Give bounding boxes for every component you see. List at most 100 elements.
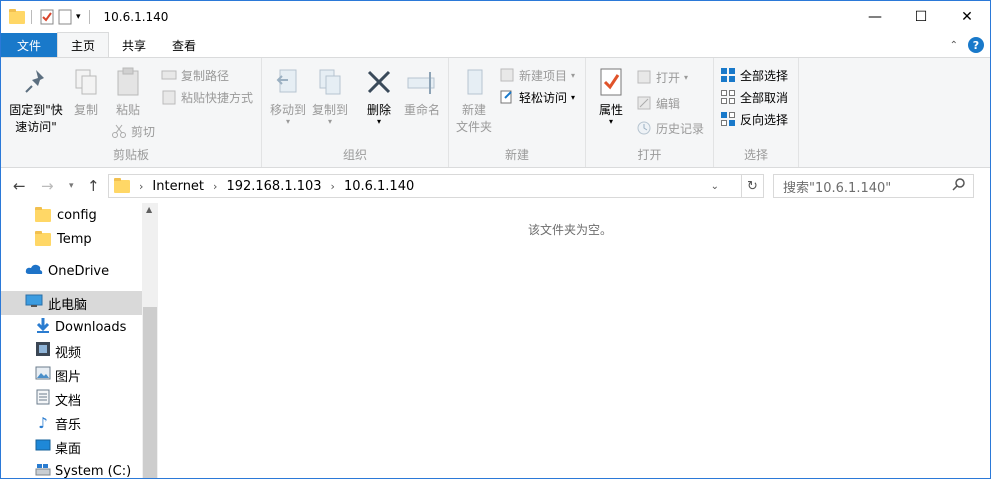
nav-item-documents[interactable]: 文档 [1, 387, 142, 411]
qat-dropdown-icon[interactable]: ▾ [76, 12, 81, 22]
move-to-icon [272, 66, 304, 98]
recent-locations-icon[interactable]: ▾ [69, 181, 74, 191]
onedrive-cloud-icon [25, 263, 43, 279]
minimize-button[interactable]: — [852, 1, 898, 33]
open-icon [636, 69, 652, 85]
empty-folder-message: 该文件夹为空。 [528, 223, 613, 237]
ribbon: 固定到"快 速访问" 复制 粘贴 复制路径 粘贴快捷方式 剪切 剪贴板 移动到 … [1, 57, 990, 168]
forward-arrow-icon[interactable]: → [41, 177, 54, 195]
tab-file[interactable]: 文件 [1, 33, 58, 57]
nav-item-temp[interactable]: Temp [1, 227, 142, 251]
nav-item-videos[interactable]: 视频 [1, 339, 142, 363]
help-icon[interactable]: ? [968, 37, 984, 53]
tab-view[interactable]: 查看 [159, 33, 209, 57]
folder-icon [35, 206, 51, 222]
breadcrumb-host[interactable]: 192.168.1.103 [226, 179, 321, 194]
nav-item-downloads[interactable]: Downloads [1, 315, 142, 339]
pin-quick-access-button[interactable]: 固定到"快 速访问" [5, 66, 67, 136]
cut-button[interactable]: 剪切 [111, 121, 155, 141]
copy-path-button[interactable]: 复制路径 [161, 65, 229, 85]
open-button[interactable]: 打开 ▾ [636, 67, 688, 87]
location-folder-icon [114, 177, 130, 193]
pin-icon [20, 66, 52, 98]
new-folder-icon [458, 66, 490, 98]
tab-share[interactable]: 共享 [109, 33, 159, 57]
desktop-icon [35, 437, 51, 457]
delete-button[interactable]: 删除 ▾ [362, 66, 396, 126]
tab-home[interactable]: 主页 [57, 32, 110, 57]
select-none-icon [720, 89, 736, 105]
new-folder-qat-icon[interactable] [58, 9, 72, 25]
nav-item-config[interactable]: config [1, 203, 142, 227]
title-bar: ▾ 10.6.1.140 — ☐ ✕ [1, 1, 990, 33]
edit-button[interactable]: 编辑 [636, 93, 680, 113]
close-button[interactable]: ✕ [944, 1, 990, 33]
new-group-label: 新建 [504, 148, 529, 162]
maximize-button[interactable]: ☐ [898, 1, 944, 33]
rename-button[interactable]: 重命名 [400, 66, 444, 119]
new-group: 新建 文件夹 新建项目 ▾ 轻松访问 ▾ 新建 [449, 58, 586, 167]
properties-button[interactable]: 属性 ▾ [594, 66, 628, 126]
properties-qat-icon[interactable] [40, 9, 54, 25]
new-item-button[interactable]: 新建项目 ▾ [499, 65, 575, 85]
copy-to-button[interactable]: 复制到 ▾ [310, 66, 350, 126]
new-folder-button[interactable]: 新建 文件夹 [453, 66, 495, 136]
copy-button[interactable]: 复制 [69, 66, 103, 119]
nav-item-this-pc[interactable]: 此电脑 [1, 291, 142, 315]
picture-icon [35, 365, 51, 385]
paste-shortcut-button[interactable]: 粘贴快捷方式 [161, 87, 253, 107]
computer-icon [25, 294, 43, 312]
history-icon [636, 120, 652, 136]
clipboard-group: 固定到"快 速访问" 复制 粘贴 复制路径 粘贴快捷方式 剪切 剪贴板 [1, 58, 262, 167]
history-button[interactable]: 历史记录 [636, 118, 704, 138]
select-group: 全部选择 全部取消 反向选择 选择 [714, 58, 799, 167]
collapse-ribbon-icon[interactable]: ⌃ [950, 40, 958, 51]
open-group: 属性 ▾ 打开 ▾ 编辑 历史记录 打开 [586, 58, 714, 167]
refresh-icon[interactable]: ↻ [742, 174, 764, 198]
drive-icon [35, 461, 51, 478]
organize-group-label: 组织 [342, 148, 367, 162]
file-list-pane[interactable]: 该文件夹为空。 [158, 203, 990, 478]
properties-check-icon [595, 66, 627, 98]
address-dropdown-icon[interactable]: ⌄ [711, 181, 719, 192]
invert-selection-button[interactable]: 反向选择 [720, 109, 788, 129]
address-bar[interactable]: › Internet › 192.168.1.103 › 10.6.1.140 … [108, 174, 742, 198]
back-arrow-icon[interactable]: ← [13, 177, 26, 195]
up-arrow-icon[interactable]: ↑ [87, 177, 100, 195]
breadcrumb-current[interactable]: 10.6.1.140 [344, 179, 414, 194]
search-input[interactable]: 搜索"10.6.1.140" [773, 174, 974, 198]
nav-item-onedrive[interactable]: OneDrive [1, 259, 142, 283]
music-note-icon: ♪ [38, 414, 48, 432]
clipboard-group-label: 剪贴板 [112, 148, 149, 162]
scrollbar-thumb[interactable] [143, 307, 157, 478]
select-group-label: 选择 [743, 148, 768, 162]
navigation-pane: config Temp OneDrive 此电脑 Downloads 视频 图片 [1, 203, 158, 478]
address-row: ← → ▾ ↑ › Internet › 192.168.1.103 › 10.… [1, 169, 990, 203]
move-to-button[interactable]: 移动到 ▾ [268, 66, 308, 126]
search-icon[interactable] [952, 177, 966, 195]
paste-button[interactable]: 粘贴 [111, 66, 145, 119]
nav-item-pictures[interactable]: 图片 [1, 363, 142, 387]
copy-icon [70, 66, 102, 98]
open-group-label: 打开 [637, 148, 662, 162]
copy-path-icon [161, 67, 177, 83]
scroll-up-icon[interactable]: ▲ [146, 205, 152, 214]
quick-access-toolbar: ▾ [1, 1, 94, 33]
organize-group: 移动到 ▾ 复制到 ▾ 删除 ▾ 重命名 组织 [262, 58, 449, 167]
breadcrumb-internet[interactable]: Internet [152, 179, 204, 194]
nav-scrollbar[interactable]: ▲ [142, 203, 158, 478]
video-film-icon [35, 341, 51, 361]
folder-app-icon [9, 9, 25, 25]
easy-access-button[interactable]: 轻松访问 ▾ [499, 87, 575, 107]
select-all-button[interactable]: 全部选择 [720, 65, 788, 85]
folder-icon [35, 230, 51, 246]
nav-item-desktop[interactable]: 桌面 [1, 435, 142, 459]
select-none-button[interactable]: 全部取消 [720, 87, 788, 107]
window-title: 10.6.1.140 [103, 10, 169, 24]
nav-item-music[interactable]: ♪ 音乐 [1, 411, 142, 435]
nav-item-system-drive[interactable]: System (C:) [1, 459, 142, 478]
document-icon [35, 389, 51, 409]
ribbon-tabs: 文件 主页 共享 查看 ⌃ ? [1, 32, 990, 57]
rename-icon [406, 66, 438, 98]
paste-icon [112, 66, 144, 98]
